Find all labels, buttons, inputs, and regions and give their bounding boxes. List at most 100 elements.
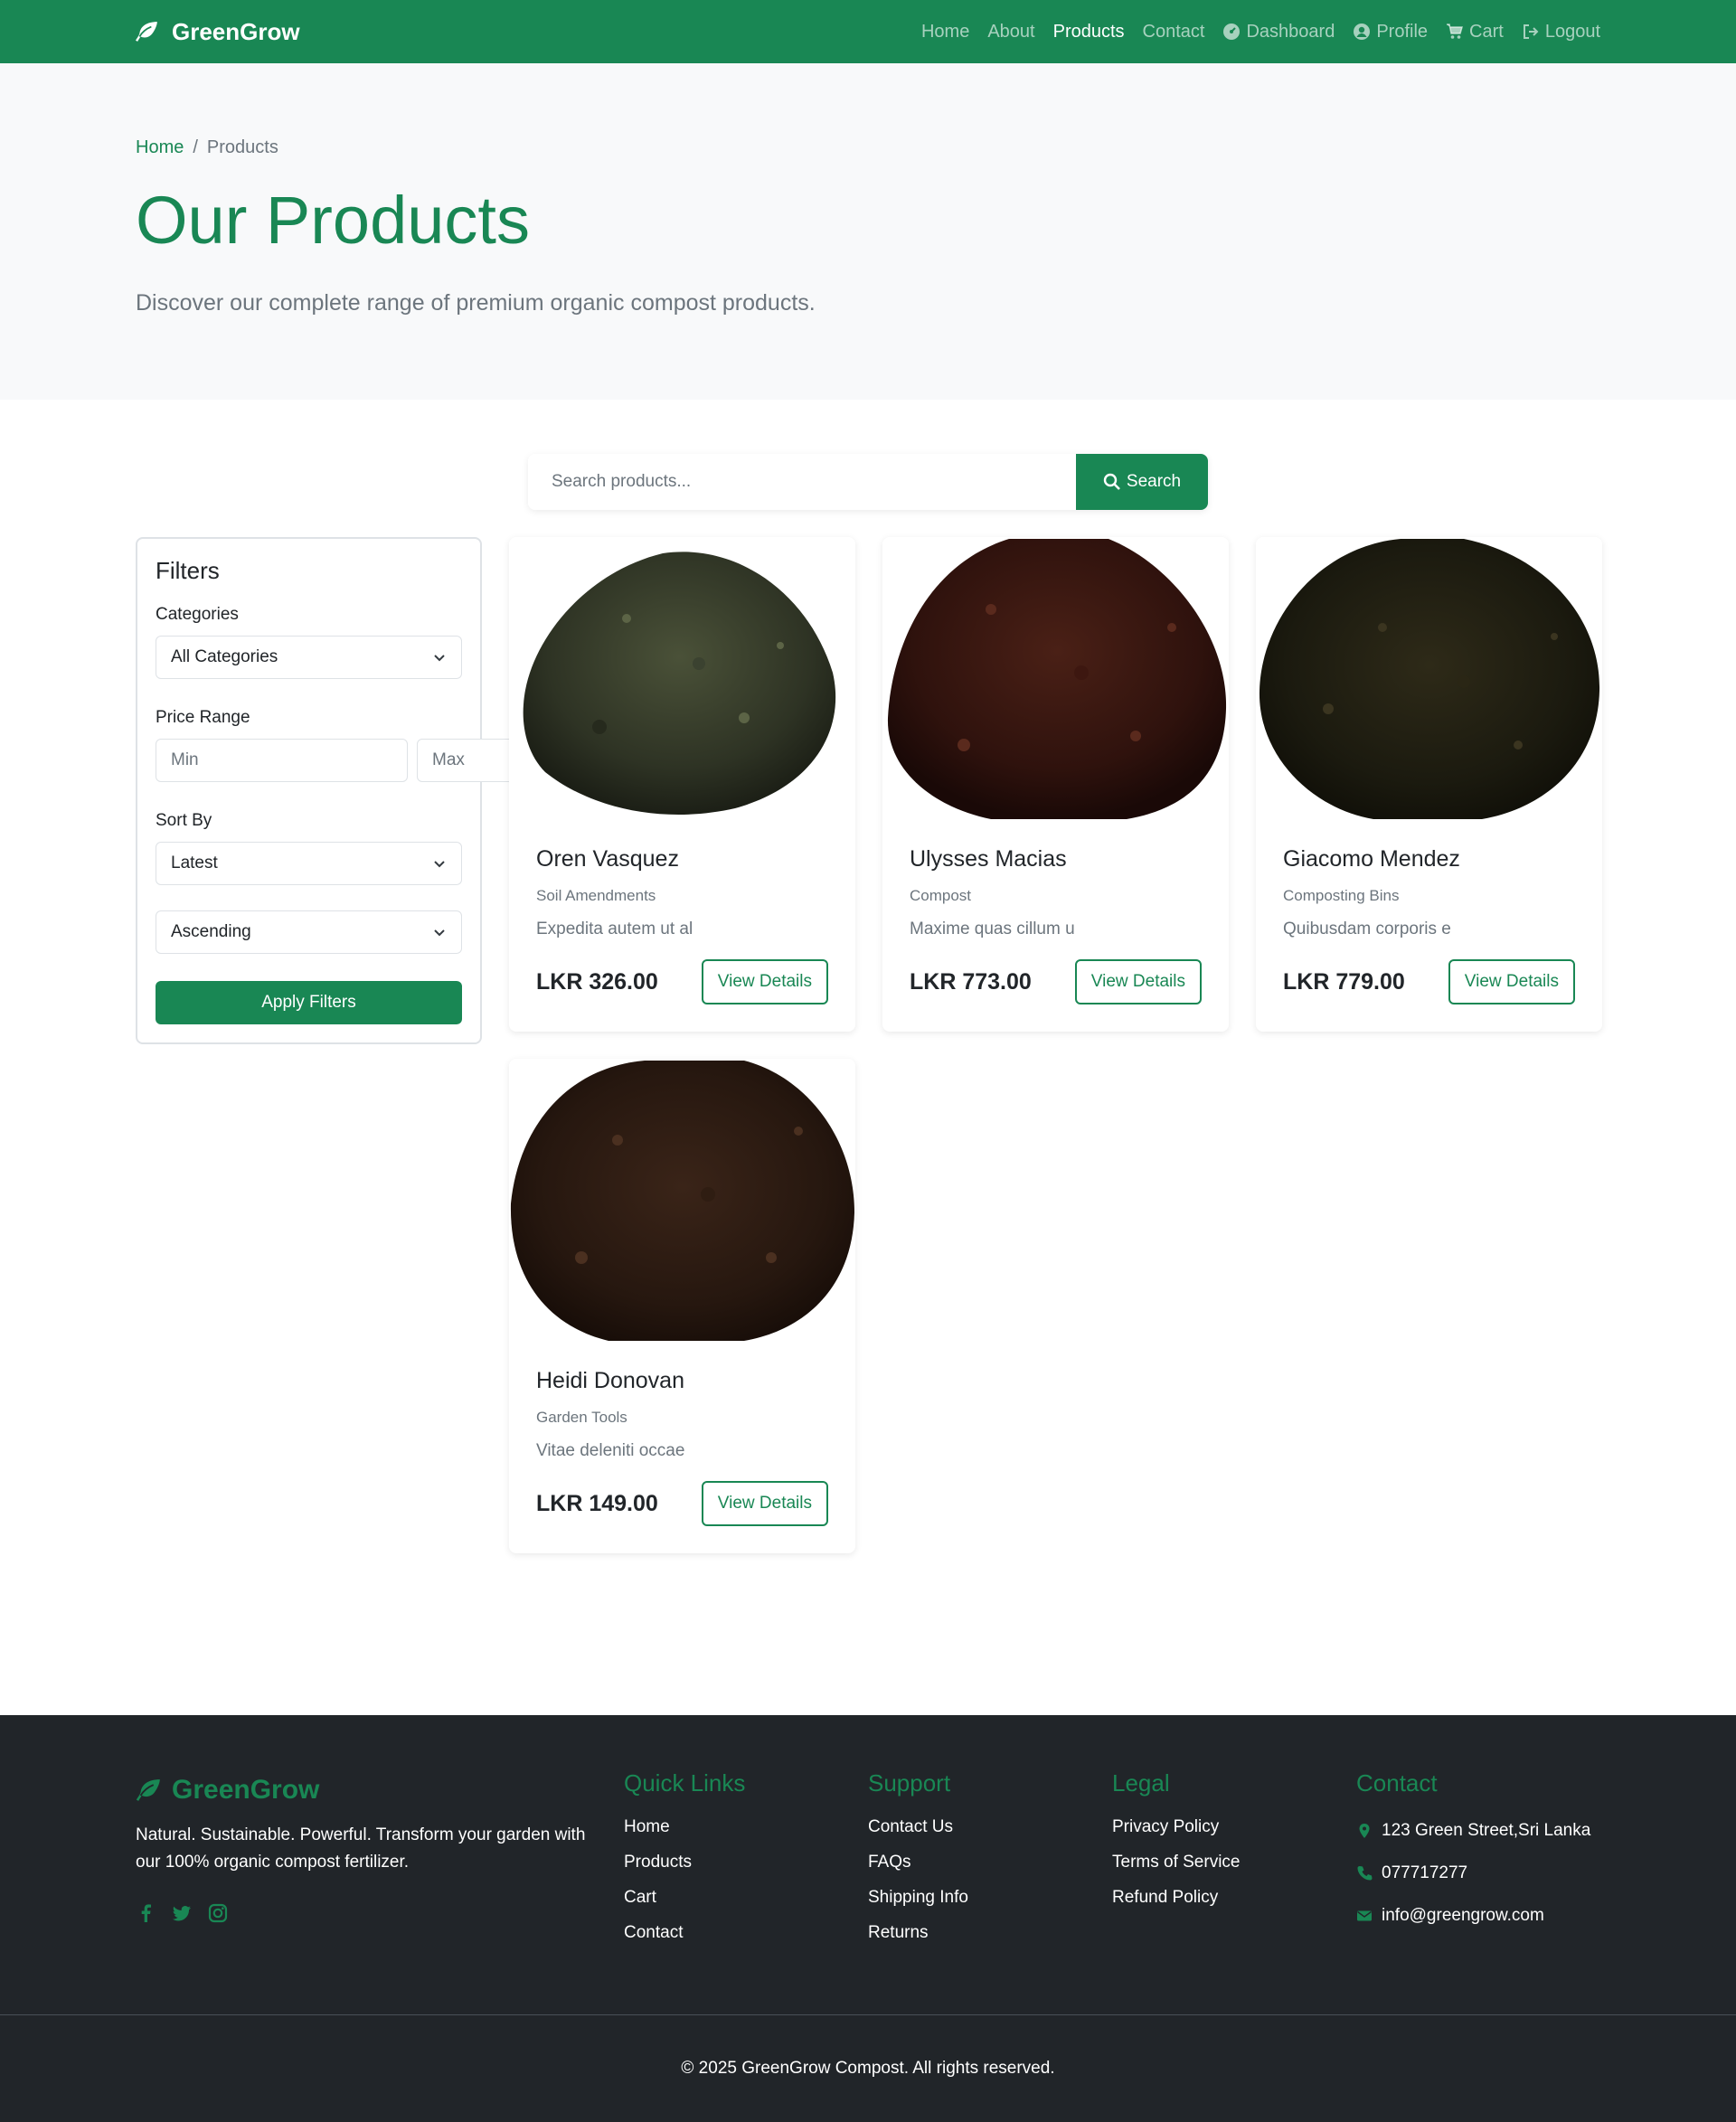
product-image[interactable] xyxy=(509,1059,855,1341)
product-price: LKR 779.00 xyxy=(1283,968,1405,995)
sort-order-value: Ascending xyxy=(171,922,251,941)
sort-by-select[interactable]: Latest xyxy=(156,842,462,885)
product-price: LKR 149.00 xyxy=(536,1490,658,1516)
breadcrumb-current: Products xyxy=(206,137,278,157)
footer-quick-links: Quick Links Home Products Cart Contact xyxy=(624,1769,868,2014)
sort-by-label: Sort By xyxy=(156,811,212,830)
footer-link-shipping-info[interactable]: Shipping Info xyxy=(868,1888,1112,1908)
footer-link-refund-policy[interactable]: Refund Policy xyxy=(1112,1888,1356,1908)
map-pin-icon xyxy=(1359,1824,1370,1838)
instagram-link[interactable] xyxy=(208,1903,228,1928)
view-details-button[interactable]: View Details xyxy=(1448,959,1575,1004)
categories-value: All Categories xyxy=(171,647,278,666)
categories-select[interactable]: All Categories xyxy=(156,636,462,679)
footer-about: Natural. Sustainable. Powerful. Transfor… xyxy=(136,1825,586,1872)
product-description: Expedita autem ut al xyxy=(536,920,693,938)
nav-label-dashboard: Dashboard xyxy=(1246,21,1335,42)
brand-link[interactable]: GreenGrow xyxy=(136,18,300,46)
product-category: Compost xyxy=(910,887,972,904)
footer-legal: Legal Privacy Policy Terms of Service Re… xyxy=(1112,1769,1356,2014)
price-min-input[interactable] xyxy=(156,739,408,782)
phone-icon xyxy=(1357,1866,1373,1881)
nav-link-profile[interactable]: Profile xyxy=(1353,22,1428,42)
breadcrumb-home[interactable]: Home xyxy=(136,137,184,158)
view-details-button[interactable]: View Details xyxy=(701,1481,828,1526)
facebook-link[interactable] xyxy=(136,1903,156,1928)
price-range-row xyxy=(156,739,669,782)
product-category: Composting Bins xyxy=(1283,887,1400,904)
logout-icon xyxy=(1523,24,1539,39)
product-price: LKR 773.00 xyxy=(910,968,1032,995)
apply-filters-button[interactable]: Apply Filters xyxy=(156,981,462,1024)
nav-link-about[interactable]: About xyxy=(987,22,1034,42)
footer-phone: 077717277 xyxy=(1356,1860,1600,1887)
footer-link-faqs[interactable]: FAQs xyxy=(868,1853,1112,1872)
filters-title: Filters xyxy=(156,557,220,584)
chevron-down-icon xyxy=(434,655,445,662)
footer-support-title: Support xyxy=(868,1769,951,1797)
product-name: Oren Vasquez xyxy=(536,846,679,872)
footer-link-terms-of-service[interactable]: Terms of Service xyxy=(1112,1853,1356,1872)
search-icon xyxy=(1103,473,1120,490)
product-name: Giacomo Mendez xyxy=(1283,846,1460,872)
footer-phone-text: 077717277 xyxy=(1382,1863,1468,1882)
nav-links: Home About Products Contact Dashboard Pr… xyxy=(921,22,1600,42)
copyright-text: © 2025 GreenGrow Compost. All rights res… xyxy=(681,2059,1055,2078)
nav-link-logout[interactable]: Logout xyxy=(1522,22,1600,42)
footer-address-text: 123 Green Street,Sri Lanka xyxy=(1382,1821,1591,1840)
footer: GreenGrow Natural. Sustainable. Powerful… xyxy=(0,1715,1736,2122)
footer-email: info@greengrow.com xyxy=(1356,1902,1600,1929)
nav-label-cart: Cart xyxy=(1469,21,1504,42)
product-name: Ulysses Macias xyxy=(910,846,1067,872)
chevron-down-icon xyxy=(434,861,445,868)
nav-link-dashboard[interactable]: Dashboard xyxy=(1222,22,1335,42)
footer-brand-name: GreenGrow xyxy=(172,1775,320,1805)
product-card: Giacomo Mendez Composting Bins Quibusdam… xyxy=(1256,537,1602,1032)
brand-name: GreenGrow xyxy=(172,17,300,45)
price-range-label: Price Range xyxy=(156,708,250,727)
footer-link-contact-us[interactable]: Contact Us xyxy=(868,1817,1112,1837)
chevron-down-icon xyxy=(434,929,445,937)
product-category: Garden Tools xyxy=(536,1409,627,1426)
main-content: Filters Categories All Categories Price … xyxy=(136,537,1602,1553)
footer-link-cart[interactable]: Cart xyxy=(624,1888,868,1908)
product-card: Heidi Donovan Garden Tools Vitae delenit… xyxy=(509,1059,855,1553)
sort-by-value: Latest xyxy=(171,854,218,872)
view-details-button[interactable]: View Details xyxy=(701,959,828,1004)
product-card: Ulysses Macias Compost Maxime quas cillu… xyxy=(882,537,1229,1032)
footer-email-text[interactable]: info@greengrow.com xyxy=(1382,1902,1544,1929)
nav-label-profile: Profile xyxy=(1376,21,1429,42)
instagram-icon xyxy=(208,1903,228,1923)
search-button[interactable]: Search xyxy=(1076,454,1208,510)
footer-link-contact[interactable]: Contact xyxy=(624,1923,868,1943)
footer-link-products[interactable]: Products xyxy=(624,1853,868,1872)
breadcrumb: Home / Products xyxy=(136,137,1600,158)
footer-link-home[interactable]: Home xyxy=(624,1817,868,1837)
view-details-button[interactable]: View Details xyxy=(1074,959,1202,1004)
product-image[interactable] xyxy=(1256,537,1602,819)
nav-link-products[interactable]: Products xyxy=(1053,22,1125,42)
product-image[interactable] xyxy=(509,537,855,819)
compost-image xyxy=(523,552,836,815)
sort-order-select[interactable]: Ascending xyxy=(156,910,462,954)
nav-link-cart[interactable]: Cart xyxy=(1446,22,1504,42)
footer-support: Support Contact Us FAQs Shipping Info Re… xyxy=(868,1769,1112,2014)
nav-link-home[interactable]: Home xyxy=(921,22,969,42)
footer-link-returns[interactable]: Returns xyxy=(868,1923,1112,1943)
footer-link-privacy-policy[interactable]: Privacy Policy xyxy=(1112,1817,1356,1837)
footer-contact-title: Contact xyxy=(1356,1769,1438,1797)
nav-link-contact[interactable]: Contact xyxy=(1143,22,1205,42)
profile-icon xyxy=(1354,24,1371,40)
search-box: Search xyxy=(528,454,1208,510)
categories-label: Categories xyxy=(156,605,239,624)
twitter-link[interactable] xyxy=(172,1903,192,1928)
search-input[interactable] xyxy=(528,454,1076,510)
product-name: Heidi Donovan xyxy=(536,1368,684,1393)
product-category: Soil Amendments xyxy=(536,887,656,904)
dashboard-icon xyxy=(1223,24,1241,40)
footer-contact: Contact 123 Green Street,Sri Lanka 07771… xyxy=(1356,1769,1600,2014)
product-card: Oren Vasquez Soil Amendments Expedita au… xyxy=(509,537,855,1032)
compost-image xyxy=(1259,539,1600,819)
product-image[interactable] xyxy=(882,537,1229,819)
cart-icon xyxy=(1447,24,1464,39)
